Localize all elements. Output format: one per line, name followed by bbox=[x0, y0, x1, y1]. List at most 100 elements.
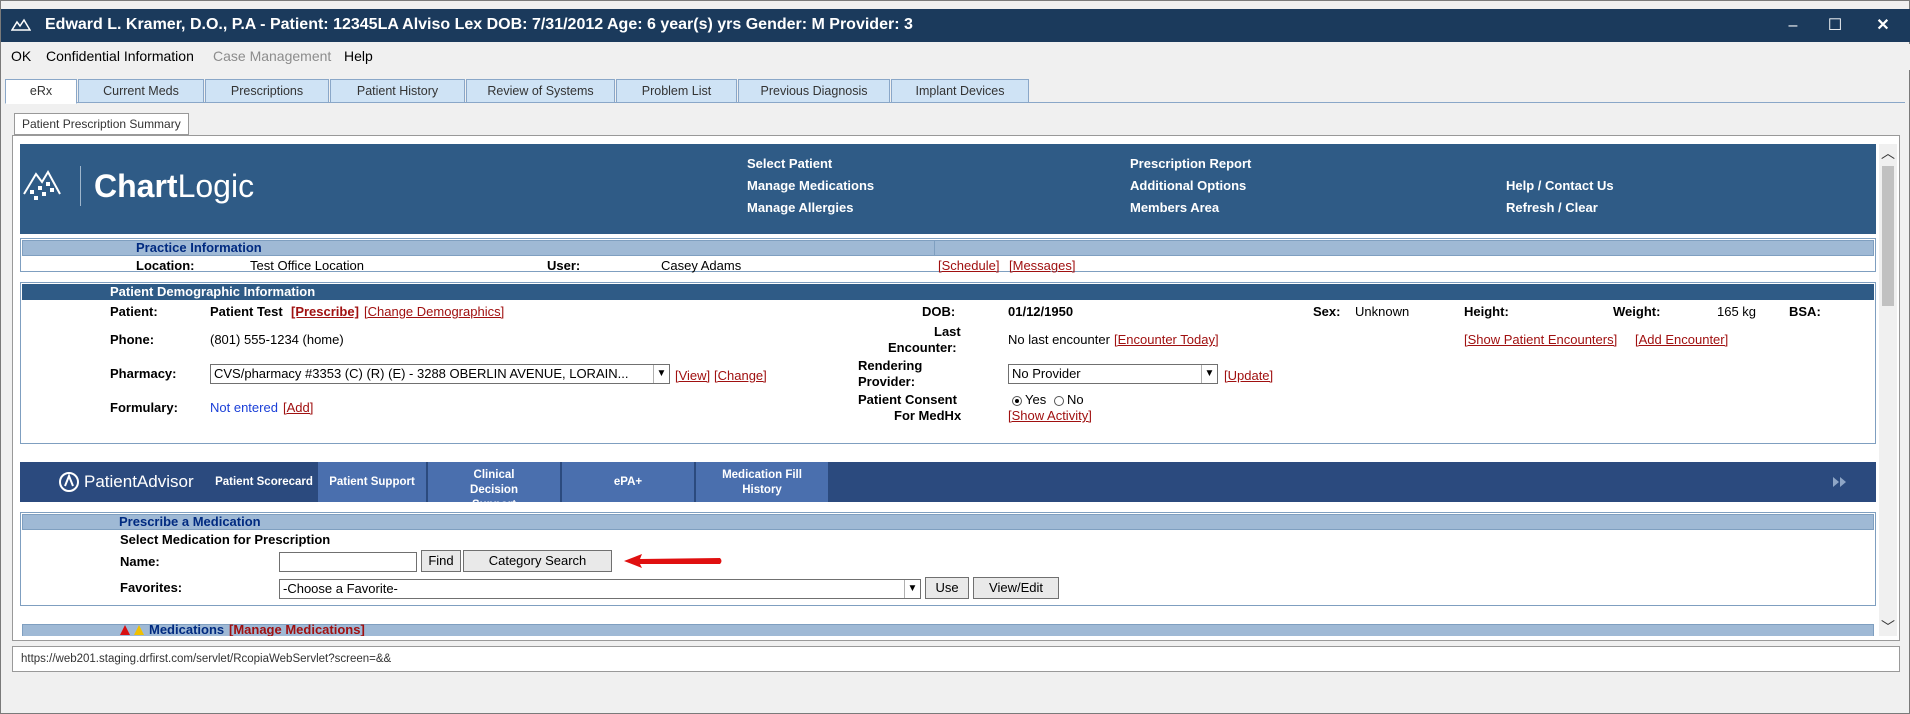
nav-select-patient[interactable]: Select Patient bbox=[747, 156, 832, 171]
favorites-select[interactable]: -Choose a Favorite- ▼ bbox=[279, 579, 921, 599]
nav-additional-options[interactable]: Additional Options bbox=[1130, 178, 1246, 193]
patient-label: Patient: bbox=[110, 304, 158, 319]
last-encounter-label-1: Last bbox=[934, 324, 961, 339]
rendering-provider-label-2: Provider: bbox=[858, 374, 916, 389]
practice-info-title: Practice Information bbox=[136, 240, 262, 255]
pa-tab-patient-support[interactable]: Patient Support bbox=[318, 462, 426, 502]
nav-members-area[interactable]: Members Area bbox=[1130, 200, 1219, 215]
tab-patient-prescription-summary[interactable]: Patient Prescription Summary bbox=[14, 113, 189, 135]
provider-update-link[interactable]: [Update] bbox=[1224, 368, 1273, 383]
menu-case-management[interactable]: Case Management bbox=[213, 48, 331, 64]
find-button[interactable]: Find bbox=[421, 550, 461, 572]
tab-erx[interactable]: eRx bbox=[5, 79, 77, 104]
consent-no-radio[interactable] bbox=[1054, 396, 1064, 406]
chartlogic-banner: ChartLogic Select Patient Manage Medicat… bbox=[20, 144, 1876, 234]
weight-label: Weight: bbox=[1613, 304, 1661, 319]
schedule-link[interactable]: [Schedule] bbox=[938, 258, 999, 273]
main-panel: ChartLogic Select Patient Manage Medicat… bbox=[12, 135, 1900, 641]
encounter-today-link[interactable]: [Encounter Today] bbox=[1114, 332, 1219, 347]
menu-confidential-information[interactable]: Confidential Information bbox=[46, 48, 194, 64]
use-button[interactable]: Use bbox=[925, 577, 969, 599]
scroll-down-icon[interactable]: ﹀ bbox=[1879, 618, 1897, 636]
demographics-title: Patient Demographic Information bbox=[110, 284, 316, 299]
chartlogic-logo: ChartLogic bbox=[22, 164, 322, 214]
name-label: Name: bbox=[120, 554, 160, 569]
manage-medications-link[interactable]: [Manage Medications] bbox=[229, 622, 365, 636]
nav-manage-allergies[interactable]: Manage Allergies bbox=[747, 200, 853, 215]
minimize-button[interactable]: – bbox=[1773, 13, 1813, 39]
change-demographics-link[interactable]: [Change Demographics] bbox=[364, 304, 504, 319]
location-label: Location: bbox=[136, 258, 195, 273]
bsa-label: BSA: bbox=[1789, 304, 1821, 319]
erx-content: ChartLogic Select Patient Manage Medicat… bbox=[20, 144, 1878, 636]
last-encounter-value: No last encounter bbox=[1008, 332, 1110, 347]
tab-implant-devices[interactable]: Implant Devices bbox=[891, 79, 1029, 103]
tab-prescriptions[interactable]: Prescriptions bbox=[205, 79, 329, 103]
consent-yes-label: Yes bbox=[1025, 392, 1047, 407]
tab-current-meds[interactable]: Current Meds bbox=[78, 79, 204, 103]
red-arrow-annotation bbox=[624, 554, 722, 568]
phone-label: Phone: bbox=[110, 332, 155, 347]
pharmacy-change-link[interactable]: [Change] bbox=[714, 368, 767, 383]
sex-label: Sex: bbox=[1313, 304, 1341, 319]
prescribe-link[interactable]: [Prescribe] bbox=[291, 304, 359, 319]
tab-review-of-systems[interactable]: Review of Systems bbox=[466, 79, 615, 103]
category-search-button[interactable]: Category Search bbox=[463, 550, 612, 572]
formulary-add-link[interactable]: [Add] bbox=[283, 400, 313, 415]
patientadvisor-logo-text: PatientAdvisor bbox=[84, 472, 194, 491]
height-label: Height: bbox=[1464, 304, 1509, 319]
messages-link[interactable]: [Messages] bbox=[1009, 258, 1075, 273]
pa-tab-medication-fill-history[interactable]: Medication Fill History bbox=[696, 462, 828, 502]
patient-name: Patient Test bbox=[210, 304, 283, 319]
expand-right-icon[interactable] bbox=[1832, 476, 1848, 488]
formulary-label: Formulary: bbox=[110, 400, 178, 415]
location-value: Test Office Location bbox=[250, 258, 364, 273]
consent-yes-radio[interactable] bbox=[1012, 396, 1022, 406]
user-value: Casey Adams bbox=[661, 258, 742, 273]
chartlogic-logo-icon bbox=[23, 169, 61, 200]
nav-help-contact[interactable]: Help / Contact Us bbox=[1506, 178, 1614, 193]
menu-ok[interactable]: OK bbox=[11, 48, 31, 64]
menu-help[interactable]: Help bbox=[344, 48, 373, 64]
last-encounter-label-2: Encounter: bbox=[888, 340, 957, 355]
patient-consent-label-1: Patient Consent bbox=[858, 392, 957, 407]
show-activity-link[interactable]: [Show Activity] bbox=[1008, 408, 1092, 423]
user-label: User: bbox=[547, 258, 581, 273]
close-button[interactable]: ✕ bbox=[1863, 13, 1903, 39]
vertical-scrollbar[interactable]: ︿ ﹀ bbox=[1879, 144, 1897, 636]
rendering-provider-value: No Provider bbox=[1012, 366, 1081, 381]
medications-title: Medications bbox=[149, 622, 225, 636]
nav-prescription-report[interactable]: Prescription Report bbox=[1130, 156, 1251, 171]
tab-previous-diagnosis[interactable]: Previous Diagnosis bbox=[738, 79, 890, 103]
phone-value: (801) 555-1234 (home) bbox=[210, 332, 344, 347]
status-bar-url: https://web201.staging.drfirst.com/servl… bbox=[12, 646, 1900, 672]
pharmacy-select[interactable]: CVS/pharmacy #3353 (C) (R) (E) - 3288 OB… bbox=[210, 364, 670, 384]
pharmacy-select-value: CVS/pharmacy #3353 (C) (R) (E) - 3288 OB… bbox=[214, 366, 629, 381]
nav-manage-medications[interactable]: Manage Medications bbox=[747, 178, 874, 193]
formulary-value[interactable]: Not entered bbox=[210, 400, 278, 415]
show-patient-encounters-link[interactable]: [Show Patient Encounters] bbox=[1464, 332, 1617, 347]
pa-tab-clinical-decision-support[interactable]: Clinical Decision Support bbox=[428, 462, 560, 511]
scroll-up-icon[interactable]: ︿ bbox=[1879, 144, 1897, 162]
window-title: Edward L. Kramer, D.O., P.A - Patient: 1… bbox=[45, 16, 913, 33]
nav-refresh-clear[interactable]: Refresh / Clear bbox=[1506, 200, 1598, 215]
weight-value: 165 kg bbox=[1717, 304, 1757, 319]
chevron-down-icon: ▼ bbox=[653, 365, 669, 383]
add-encounter-link[interactable]: [Add Encounter] bbox=[1635, 332, 1728, 347]
sex-value: Unknown bbox=[1355, 304, 1410, 319]
tab-patient-history[interactable]: Patient History bbox=[330, 79, 465, 103]
tab-problem-list[interactable]: Problem List bbox=[616, 79, 737, 103]
maximize-button[interactable]: ☐ bbox=[1815, 13, 1855, 39]
medication-name-input[interactable] bbox=[279, 552, 417, 572]
pa-tab-patient-scorecard[interactable]: Patient Scorecard bbox=[211, 462, 317, 502]
rendering-provider-select[interactable]: No Provider ▼ bbox=[1008, 364, 1218, 384]
chartlogic-logo-text: ChartLogic bbox=[94, 168, 255, 204]
scrollbar-thumb[interactable] bbox=[1882, 166, 1894, 306]
pa-tab-epa[interactable]: ePA+ bbox=[562, 462, 694, 502]
menu-bar: OK Confidential Information Case Managem… bbox=[1, 44, 1910, 70]
pharmacy-view-link[interactable]: [View] bbox=[675, 368, 710, 383]
view-edit-button[interactable]: View/Edit bbox=[973, 577, 1059, 599]
chevron-down-icon: ▼ bbox=[1201, 365, 1217, 383]
application-window: Edward L. Kramer, D.O., P.A - Patient: 1… bbox=[0, 0, 1910, 714]
warning-icon bbox=[120, 625, 130, 635]
